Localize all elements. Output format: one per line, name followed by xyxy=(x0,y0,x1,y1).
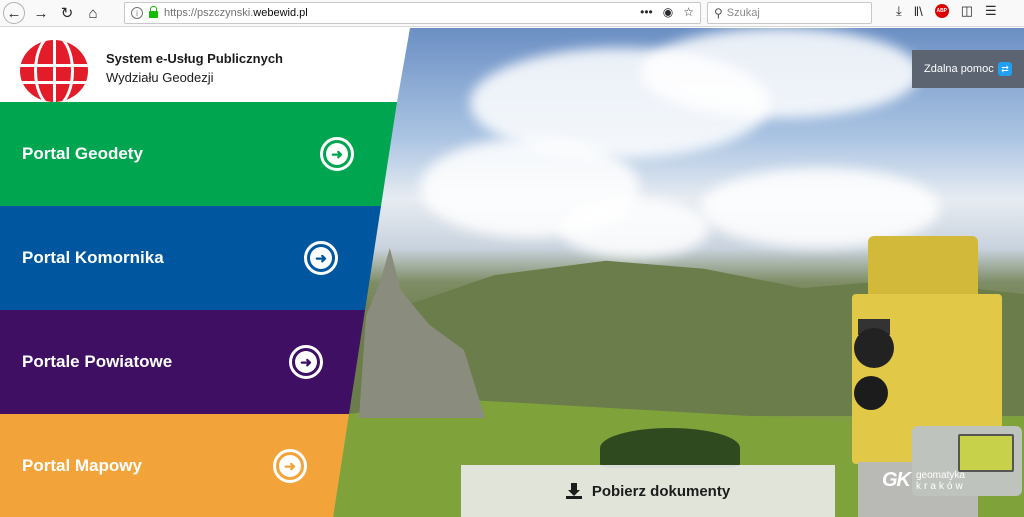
sidebar-icon[interactable]: ◫ xyxy=(961,3,973,19)
portal-label: Portal Komornika xyxy=(22,248,164,267)
pocket-icon[interactable]: ◉ xyxy=(663,5,673,19)
library-icon[interactable]: ‖\ xyxy=(914,4,923,19)
download-icon[interactable]: ⤓ xyxy=(896,3,902,19)
gk-watermark-logo: GK geomatyka kraków xyxy=(882,469,966,492)
download-documents-label: Pobierz dokumenty xyxy=(591,482,731,500)
search-input[interactable]: ⚲ Szukaj xyxy=(707,2,872,24)
forward-button[interactable]: → xyxy=(28,1,54,25)
portal-geodety-tile[interactable]: Portal Geodety ➜ xyxy=(0,102,397,206)
portal-label: Portal Mapowy xyxy=(22,456,142,475)
lock-icon xyxy=(149,6,158,18)
arrow-right-circle-icon[interactable]: ➜ xyxy=(273,449,307,483)
search-icon: ⚲ xyxy=(714,6,723,20)
page-actions-icon[interactable]: ••• xyxy=(640,5,653,19)
site-header: System e-Usług Publicznych Wydziału Geod… xyxy=(0,28,410,102)
menu-icon[interactable]: ☰ xyxy=(985,3,997,19)
adblock-icon[interactable]: ABP xyxy=(934,4,949,18)
download-documents-button[interactable]: Pobierz dokumenty xyxy=(461,465,835,517)
url-bar[interactable]: i https://pszczynski. webewid.pl ••• ◉ ☆ xyxy=(124,2,701,24)
watermark-logo-text: GK xyxy=(882,469,911,491)
site-subtitle: Wydziału Geodezji xyxy=(106,70,214,85)
remote-help-label: Zdalna pomoc xyxy=(924,63,994,75)
reload-icon: ↻ xyxy=(60,5,74,22)
watermark-line2: kraków xyxy=(916,480,966,492)
portal-komornika-tile[interactable]: Portal Komornika ➜ xyxy=(0,206,381,310)
site-title: System e-Usług Publicznych xyxy=(106,51,283,66)
arrow-right-circle-icon[interactable]: ➜ xyxy=(304,241,338,275)
remote-help-button[interactable]: Zdalna pomoc ⇄ xyxy=(912,50,1024,88)
watermark-line1: geomatyka xyxy=(916,469,965,481)
home-icon: ⌂ xyxy=(88,4,98,22)
page: System e-Usług Publicznych Wydziału Geod… xyxy=(0,28,1024,517)
bookmark-star-icon[interactable]: ☆ xyxy=(683,5,694,19)
url-host: webewid.pl xyxy=(253,7,308,19)
home-button[interactable]: ⌂ xyxy=(80,1,106,25)
download-icon xyxy=(565,483,582,499)
back-button[interactable]: ← xyxy=(3,2,25,24)
arrow-right-circle-icon[interactable]: ➜ xyxy=(289,345,323,379)
arrow-right-icon: → xyxy=(33,4,49,22)
portal-label: Portale Powiatowe xyxy=(22,352,173,371)
arrow-left-icon: ← xyxy=(6,4,22,22)
globe-logo-icon[interactable] xyxy=(20,40,88,102)
arrow-right-circle-icon[interactable]: ➜ xyxy=(320,137,354,171)
url-prefix: https://pszczynski. xyxy=(164,7,254,19)
search-placeholder: Szukaj xyxy=(726,7,760,19)
portal-label: Portal Geodety xyxy=(22,144,143,163)
remote-desktop-icon: ⇄ xyxy=(998,62,1012,76)
reload-button[interactable]: ↻ xyxy=(54,1,80,25)
browser-toolbar: ← → ↻ ⌂ i https://pszczynski. webewid.pl … xyxy=(0,0,1024,27)
info-icon[interactable]: i xyxy=(131,7,143,19)
